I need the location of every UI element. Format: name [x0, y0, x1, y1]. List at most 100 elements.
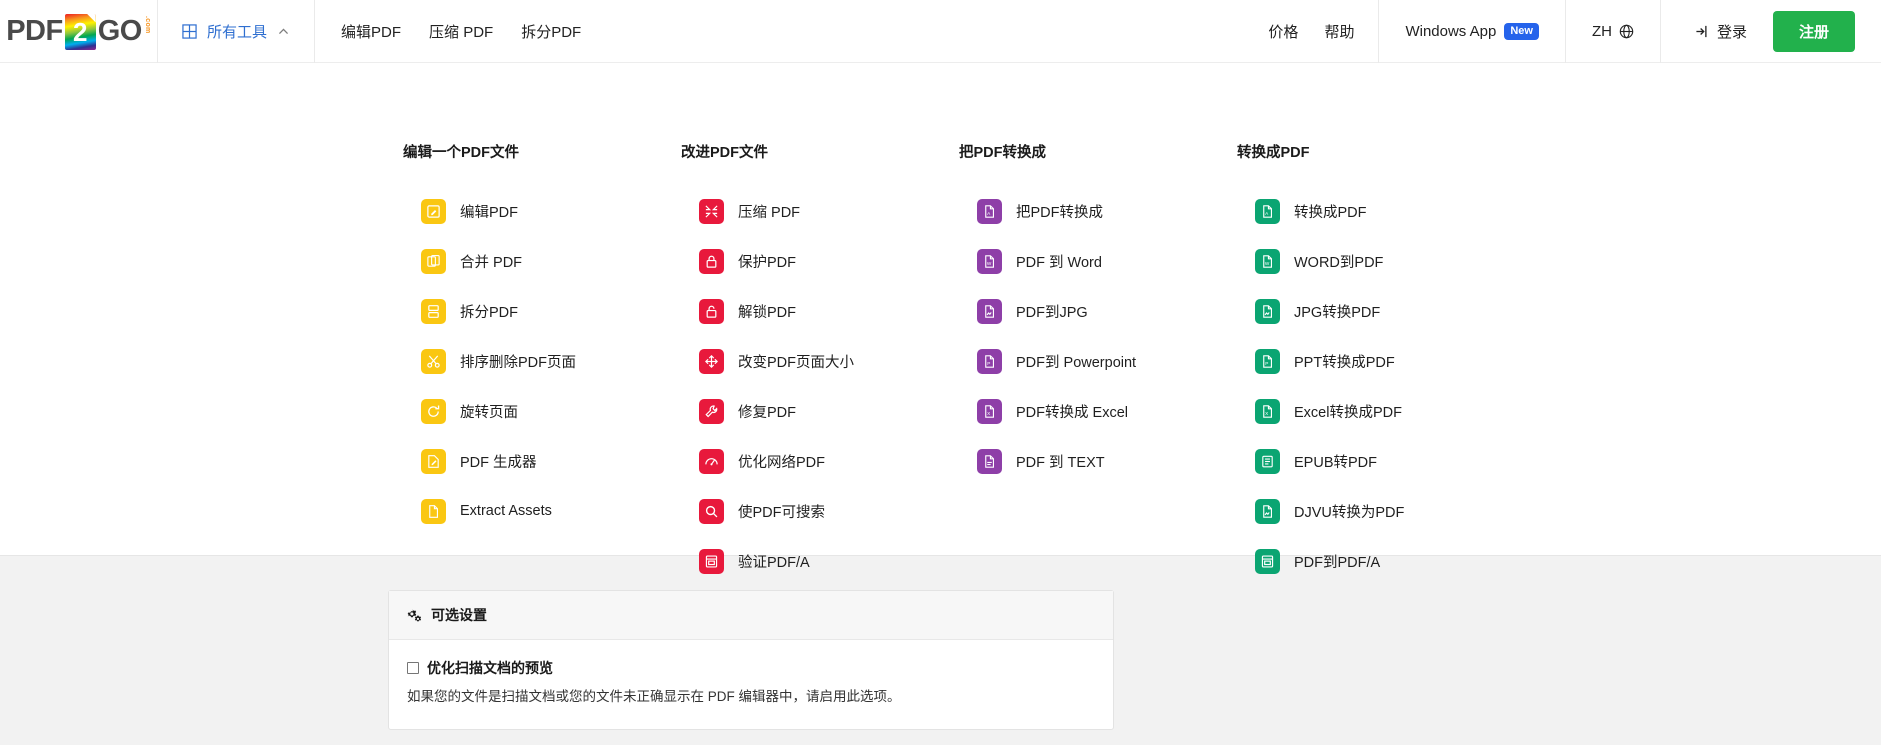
tool-item-djvu-to-pdf[interactable]: DJVU转换为PDF [1237, 486, 1515, 536]
nav-link-pricing[interactable]: 价格 [1268, 21, 1298, 42]
edit-pdf-icon [421, 198, 446, 224]
tool-item-rotate-pages[interactable]: 旋转页面 [403, 386, 681, 436]
auth-actions: 登录 注册 [1661, 0, 1881, 63]
lock-closed-icon [699, 248, 724, 274]
tool-item-split-pdf[interactable]: 拆分PDF [403, 286, 681, 336]
tool-label: 验证PDF/A [738, 554, 810, 571]
mega-menu-column-improve: 改进PDF文件 压缩 PDF 保护PDF 解锁PDF 改变PDF页面大小 修复P… [681, 141, 959, 586]
windows-app-label: Windows App [1405, 23, 1497, 40]
nav-link-help[interactable]: 帮助 [1324, 21, 1354, 42]
extract-assets-icon [421, 498, 446, 524]
tool-label: 改变PDF页面大小 [738, 354, 854, 371]
windows-app-link[interactable]: Windows App New [1378, 0, 1566, 63]
nav-link-edit-pdf[interactable]: 编辑PDF [341, 21, 401, 42]
tool-label: PDF 到 Word [1016, 254, 1102, 271]
tool-item-compress-pdf[interactable]: 压缩 PDF [681, 186, 959, 236]
svg-text:W: W [1265, 261, 1270, 266]
djvu-to-pdf-icon [1255, 498, 1280, 524]
tool-item-validate-pdfa[interactable]: 验证PDF/A [681, 536, 959, 586]
svg-text:X: X [1265, 411, 1269, 416]
primary-nav: 编辑PDF 压缩 PDF 拆分PDF [315, 0, 607, 63]
tool-item-searchable-pdf[interactable]: 使PDF可搜索 [681, 486, 959, 536]
all-tools-mega-menu: 编辑一个PDF文件 编辑PDF 合并 PDF 拆分PDF 排序删除PDF页面 旋… [0, 63, 1881, 574]
resize-arrows-icon [699, 348, 724, 374]
tool-label: 转换成PDF [1294, 204, 1367, 221]
nav-link-split-pdf[interactable]: 拆分PDF [521, 21, 581, 42]
globe-icon [1619, 24, 1634, 39]
tool-label: 保护PDF [738, 254, 796, 271]
svg-text:X: X [987, 411, 991, 416]
pdf-to-word-icon: W [977, 248, 1002, 274]
optimize-scanned-label[interactable]: 优化扫描文档的预览 [427, 658, 553, 678]
tool-item-pdf-creator[interactable]: PDF 生成器 [403, 436, 681, 486]
mega-menu-columns: 编辑一个PDF文件 编辑PDF 合并 PDF 拆分PDF 排序删除PDF页面 旋… [0, 63, 1881, 586]
tool-item-repair-pdf[interactable]: 修复PDF [681, 386, 959, 436]
tool-item-ppt-to-pdf[interactable]: P PPT转换成PDF [1237, 336, 1515, 386]
tool-item-edit-pdf[interactable]: 编辑PDF [403, 186, 681, 236]
nav-link-compress-pdf[interactable]: 压缩 PDF [429, 21, 493, 42]
tool-label: PDF转换成 Excel [1016, 404, 1128, 421]
tool-label: 使PDF可搜索 [738, 504, 825, 521]
tool-item-epub-to-pdf[interactable]: EPUB转PDF [1237, 436, 1515, 486]
merge-pdf-icon [421, 248, 446, 274]
tool-item-optimize-web-pdf[interactable]: 优化网络PDF [681, 436, 959, 486]
mega-menu-column-convert-to-pdf: 转换成PDF A 转换成PDF W WORD到PDF JPG转换PDF P PP… [1237, 141, 1515, 586]
tool-item-extract-assets[interactable]: Extract Assets [403, 486, 681, 536]
tool-item-convert-from-pdf[interactable]: A 把PDF转换成 [959, 186, 1237, 236]
tool-label: 编辑PDF [460, 204, 518, 221]
logo-square-text: 2 [72, 16, 88, 47]
column-heading: 改进PDF文件 [681, 145, 768, 161]
tool-item-convert-to-pdf[interactable]: A 转换成PDF [1237, 186, 1515, 236]
optimize-scanned-checkbox[interactable] [407, 662, 419, 674]
tool-label: 压缩 PDF [738, 204, 801, 221]
tool-label: DJVU转换为PDF [1294, 504, 1405, 521]
tool-item-word-to-pdf[interactable]: W WORD到PDF [1237, 236, 1515, 286]
pdf-to-pdfa-icon [1255, 548, 1280, 574]
logo-text-left: PDF [6, 15, 63, 47]
optimize-scanned-option-row: 优化扫描文档的预览 [407, 658, 1095, 678]
compress-icon [699, 198, 724, 224]
tool-item-sort-delete-pages[interactable]: 排序删除PDF页面 [403, 336, 681, 386]
site-logo[interactable]: PDF 2 GO .com [0, 0, 158, 63]
all-tools-menu-button[interactable]: 所有工具 [158, 0, 316, 63]
tool-label: PDF 到 TEXT [1016, 454, 1105, 471]
column-heading: 把PDF转换成 [959, 145, 1046, 161]
tool-item-excel-to-pdf[interactable]: X Excel转换成PDF [1237, 386, 1515, 436]
tool-item-pdf-to-word[interactable]: W PDF 到 Word [959, 236, 1237, 286]
tool-label: Extract Assets [460, 503, 552, 519]
tool-item-pdf-to-text[interactable]: PDF 到 TEXT [959, 436, 1237, 486]
logo-text-right: GO [97, 15, 143, 47]
tool-label: 把PDF转换成 [1016, 204, 1103, 221]
svg-text:W: W [987, 261, 992, 266]
tool-item-pdf-to-excel[interactable]: X PDF转换成 Excel [959, 386, 1237, 436]
tool-item-pdf-to-powerpoint[interactable]: P PDF到 Powerpoint [959, 336, 1237, 386]
login-button[interactable]: 登录 [1695, 21, 1747, 42]
optional-settings-header: 可选设置 [389, 591, 1113, 640]
secondary-nav: 价格 帮助 [1268, 0, 1378, 63]
login-arrow-icon [1696, 25, 1707, 38]
wrench-icon [699, 398, 724, 424]
convert-from-pdf-icon: A [977, 198, 1002, 224]
tool-item-resize-pdf[interactable]: 改变PDF页面大小 [681, 336, 959, 386]
logo-rainbow-square: 2 [64, 13, 96, 50]
epub-to-pdf-icon [1255, 448, 1280, 474]
rotate-icon [421, 398, 446, 424]
tool-item-unlock-pdf[interactable]: 解锁PDF [681, 286, 959, 336]
mega-menu-column-convert-from-pdf: 把PDF转换成 A 把PDF转换成 W PDF 到 Word PDF到JPG P… [959, 141, 1237, 586]
tool-item-protect-pdf[interactable]: 保护PDF [681, 236, 959, 286]
tool-item-merge-pdf[interactable]: 合并 PDF [403, 236, 681, 286]
new-badge: New [1504, 23, 1539, 40]
pdf-to-ppt-icon: P [977, 348, 1002, 374]
tool-label: PDF 生成器 [460, 454, 537, 471]
chevron-up-icon [278, 28, 289, 34]
signup-button[interactable]: 注册 [1772, 11, 1855, 52]
svg-text:A: A [987, 210, 991, 215]
language-selector[interactable]: ZH [1566, 0, 1661, 63]
tool-label: PDF到JPG [1016, 304, 1088, 321]
tool-label: JPG转换PDF [1294, 304, 1381, 321]
pdf-creator-icon [421, 448, 446, 474]
excel-to-pdf-icon: X [1255, 398, 1280, 424]
tool-item-pdf-to-jpg[interactable]: PDF到JPG [959, 286, 1237, 336]
tool-item-jpg-to-pdf[interactable]: JPG转换PDF [1237, 286, 1515, 336]
tool-item-pdf-to-pdfa[interactable]: PDF到PDF/A [1237, 536, 1515, 586]
